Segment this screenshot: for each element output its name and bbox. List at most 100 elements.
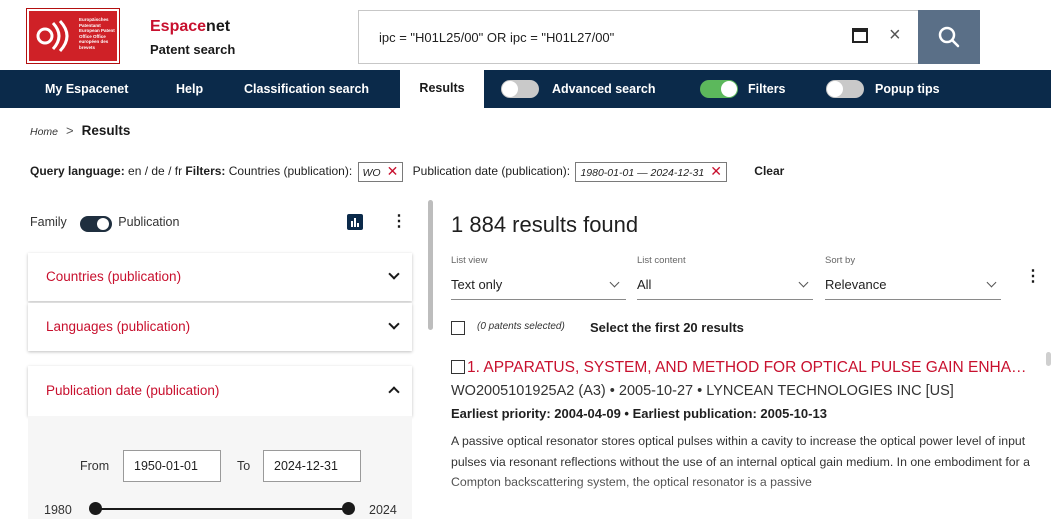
selected-count-note: (0 patents selected) (477, 321, 565, 332)
chevron-down-icon (986, 277, 997, 288)
toggle-knob (827, 81, 843, 97)
results-count: 1 884 results found (451, 212, 639, 237)
publication-label: Publication (118, 215, 180, 229)
facet-languages[interactable]: Languages (publication) (28, 303, 412, 351)
list-view-select[interactable]: List view Text only (451, 255, 626, 300)
advanced-search-toggle[interactable] (501, 80, 539, 98)
results-more-icon[interactable]: ⋮ (1025, 269, 1041, 285)
nav-advanced-search[interactable]: Advanced search (552, 70, 656, 108)
expand-editor-icon[interactable] (852, 28, 868, 43)
nav-popup-tips[interactable]: Popup tips (875, 70, 940, 108)
left-panel-more-icon[interactable]: ⋮ (391, 214, 407, 230)
date-to-input[interactable]: 2024-12-31 (263, 450, 361, 482)
family-label: Family (30, 215, 67, 229)
select-first-20-button[interactable]: Select the first 20 results (590, 320, 744, 335)
toggle-knob (97, 218, 109, 230)
date-filter-chip: 1980-01-01 — 2024-12-31 ✕ (575, 162, 727, 182)
clear-filters-button[interactable]: Clear (754, 164, 784, 178)
brand-title[interactable]: Espacenet (150, 18, 230, 36)
nav-help[interactable]: Help (176, 70, 203, 108)
list-view-underline (451, 299, 626, 300)
date-chip-text: 1980-01-01 — 2024-12-31 (580, 167, 705, 179)
nav-results-label: Results (419, 81, 465, 95)
epo-logo-mark: Europäisches Patentamt European Patent O… (29, 11, 117, 61)
slider-min-label: 1980 (44, 503, 72, 517)
result-priority: Earliest priority: 2004-04-09 • Earliest… (451, 406, 827, 421)
chevron-down-icon (388, 268, 400, 280)
breadcrumb: Home > Results (30, 123, 130, 138)
epo-logo-icon (36, 19, 69, 53)
chart-bar (357, 223, 359, 227)
nav-filters[interactable]: Filters (748, 70, 786, 108)
date-slider-max-handle[interactable] (342, 502, 355, 515)
search-icon (938, 26, 960, 48)
clear-search-icon[interactable]: × (889, 25, 901, 45)
family-publication-switch: Family Publication (30, 215, 180, 232)
query-language-value[interactable]: en / de / fr (128, 164, 182, 178)
facet-publication-date-label: Publication date (publication) (46, 383, 220, 398)
facet-languages-label: Languages (publication) (46, 319, 191, 334)
search-input[interactable]: ipc = "H01L25/00" OR ipc = "H01L27/00" × (358, 10, 918, 64)
date-from-input[interactable]: 1950-01-01 (123, 450, 221, 482)
brand-suffix: net (206, 18, 231, 35)
sort-by-caption: Sort by (825, 255, 856, 266)
list-view-value: Text only (451, 277, 503, 292)
family-publication-toggle[interactable] (80, 216, 112, 232)
chart-bar (354, 218, 356, 227)
sort-by-select[interactable]: Sort by Relevance (825, 255, 1001, 300)
result-checkbox[interactable] (451, 360, 465, 374)
date-slider-track[interactable] (95, 508, 349, 510)
list-content-value: All (637, 277, 652, 292)
nav-my-espacenet[interactable]: My Espacenet (45, 70, 128, 108)
chevron-down-icon (388, 318, 400, 330)
list-content-caption: List content (637, 255, 686, 266)
search-query-text: ipc = "H01L25/00" OR ipc = "H01L27/00" (379, 30, 615, 45)
facet-countries[interactable]: Countries (publication) (28, 253, 412, 301)
chart-icon[interactable] (347, 214, 363, 230)
facet-publication-date[interactable]: Publication date (publication) (28, 366, 412, 416)
list-content-underline (637, 299, 813, 300)
result-title[interactable]: 1. APPARATUS, SYSTEM, AND METHOD FOR OPT… (467, 359, 1037, 377)
select-all-checkbox[interactable] (451, 321, 465, 335)
chevron-up-icon (388, 386, 400, 398)
chevron-down-icon (609, 277, 620, 288)
remove-countries-filter-icon[interactable]: ✕ (387, 163, 399, 179)
results-scrollbar[interactable] (1046, 352, 1051, 366)
sort-by-value: Relevance (825, 277, 887, 292)
date-slider-min-handle[interactable] (89, 502, 102, 515)
breadcrumb-current: Results (81, 123, 131, 138)
filters-label: Filters: (185, 164, 226, 179)
popup-tips-toggle[interactable] (826, 80, 864, 98)
nav-classification-search[interactable]: Classification search (244, 70, 369, 108)
active-filters: Query language: en / de / fr Filters: Co… (30, 162, 784, 182)
left-panel-scrollbar[interactable] (428, 200, 433, 330)
search-button[interactable] (918, 10, 980, 64)
query-language-label: Query language: (30, 164, 125, 179)
countries-chip-text: WO (362, 167, 381, 179)
countries-filter-chip: WO ✕ (357, 162, 404, 182)
chevron-down-icon (798, 277, 809, 288)
date-from-label: From (80, 459, 110, 473)
breadcrumb-home[interactable]: Home (30, 126, 58, 138)
toggle-knob (502, 81, 518, 97)
sort-by-underline (825, 299, 1001, 300)
breadcrumb-separator: > (66, 123, 74, 138)
nav-results-tab[interactable]: Results (400, 70, 484, 108)
countries-filter-label: Countries (publication): (228, 164, 353, 179)
date-filter-label: Publication date (publication): (412, 164, 571, 179)
header: Europäisches Patentamt European Patent O… (0, 0, 1051, 70)
toggle-knob (721, 81, 737, 97)
chart-bar (351, 221, 353, 227)
date-to-label: To (237, 459, 251, 473)
brand-subtitle: Patent search (150, 42, 236, 57)
facet-countries-label: Countries (publication) (46, 269, 182, 284)
abstract-fade-overlay (451, 475, 1051, 519)
epo-logo-text: Europäisches Patentamt European Patent O… (79, 17, 115, 50)
result-meta: WO2005101925A2 (A3) • 2005-10-27 • LYNCE… (451, 383, 954, 399)
remove-date-filter-icon[interactable]: ✕ (710, 163, 722, 179)
list-view-caption: List view (451, 255, 488, 266)
filters-toggle[interactable] (700, 80, 738, 98)
main-nav: My Espacenet Help Classification search … (0, 70, 1051, 108)
list-content-select[interactable]: List content All (637, 255, 813, 300)
epo-logo[interactable]: Europäisches Patentamt European Patent O… (26, 8, 120, 64)
